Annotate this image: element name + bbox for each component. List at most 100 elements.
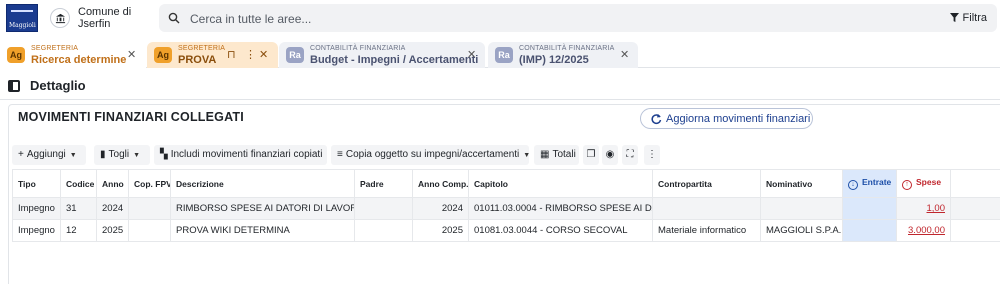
- table-row[interactable]: Impegno 12 2025 PROVA WIKI DETERMINA 202…: [12, 219, 1000, 242]
- col-codice[interactable]: Codice: [60, 169, 97, 198]
- remove-button[interactable]: ▮ Togli ▼: [94, 145, 150, 165]
- ente-name[interactable]: Comune di Jserfin: [78, 6, 131, 30]
- tab-badge: Ra: [495, 47, 513, 63]
- tab-prova[interactable]: Ag SEGRETERIA PROVA ⊓ ⋮ ✕: [147, 42, 278, 68]
- col-cop-fpv[interactable]: Cop. FPV: [128, 169, 171, 198]
- remove-label: Togli: [108, 149, 130, 160]
- top-bar: Maggioli Comune di Jserfin Cerca in tutt…: [0, 0, 1000, 36]
- spese-label: Spese: [916, 177, 942, 187]
- cell-cop-fpv: [128, 197, 171, 220]
- col-capitolo[interactable]: Capitolo: [468, 169, 653, 198]
- bookmark-icon[interactable]: ⊓: [227, 48, 236, 61]
- cell-cop-fpv: [128, 219, 171, 242]
- copy-object-button[interactable]: ≡ Copia oggetto su impegni/accertamenti ▼: [331, 145, 531, 165]
- tab-budget-impegni[interactable]: Ra CONTABILITÀ FINANZIARIA Budget - Impe…: [279, 42, 485, 68]
- tab-area: CONTABILITÀ FINANZIARIA: [310, 45, 406, 52]
- table-header-row: Tipo Codice Anno Cop. FPV Descrizione Pa…: [12, 169, 1000, 198]
- trash-icon: ▮: [100, 149, 106, 160]
- col-tipo[interactable]: Tipo: [12, 169, 61, 198]
- section-title: MOVIMENTI FINANZIARI COLLEGATI: [18, 110, 244, 124]
- movements-table: Tipo Codice Anno Cop. FPV Descrizione Pa…: [12, 169, 1000, 242]
- cell-padre: [354, 197, 413, 220]
- filter-label: Filtra: [962, 12, 987, 24]
- cell-contropartita: [652, 197, 761, 220]
- cell-nominativo: MAGGIOLI S.P.A.: [760, 219, 843, 242]
- close-icon[interactable]: ✕: [127, 48, 136, 61]
- add-button[interactable]: + Aggiungi ▼: [12, 145, 86, 165]
- copy-icon[interactable]: ❐: [583, 145, 599, 165]
- cell-descrizione: RIMBORSO SPESE AI DATORI DI LAVORO DI: [170, 197, 355, 220]
- cell-anno-comp: 2025: [412, 219, 469, 242]
- cell-tipo: Impegno: [12, 197, 61, 220]
- logo-text: Maggioli: [9, 22, 36, 29]
- col-anno-comp[interactable]: Anno Comp.: [412, 169, 469, 198]
- filter-button[interactable]: Filtra: [949, 12, 987, 24]
- col-contropartita[interactable]: Contropartita: [652, 169, 761, 198]
- cell-capitolo: 01011.03.0004 - RIMBORSO SPESE AI DATC: [468, 197, 653, 220]
- refresh-icon: [651, 114, 662, 125]
- toolbar: + Aggiungi ▼ ▮ Togli ▼ ▚ Includi movimenti fi…: [12, 145, 1000, 165]
- cell-anno: 2025: [96, 219, 129, 242]
- cell-entrate: [842, 197, 897, 220]
- copy-label: Copia oggetto su impegni/accertamenti: [345, 149, 520, 160]
- cell-filler: [950, 219, 1000, 242]
- include-copied-button[interactable]: ▚ Includi movimenti finanziari copiati: [154, 145, 327, 165]
- arrow-up-circle-icon: ↑: [902, 180, 912, 190]
- more-vertical-icon[interactable]: ⋮: [644, 145, 660, 165]
- filter-icon: [949, 13, 959, 22]
- tab-area: SEGRETERIA: [178, 45, 226, 52]
- cell-padre: [354, 219, 413, 242]
- close-icon[interactable]: ✕: [620, 48, 629, 61]
- cell-tipo: Impegno: [12, 219, 61, 242]
- totals-button[interactable]: ▦ Totali: [534, 145, 579, 165]
- refresh-movements-button[interactable]: Aggiorna movimenti finanziari: [640, 108, 813, 129]
- plus-icon: +: [18, 149, 24, 160]
- tab-title: (IMP) 12/2025: [519, 54, 589, 66]
- table-row[interactable]: Impegno 31 2024 RIMBORSO SPESE AI DATORI…: [12, 197, 1000, 220]
- text-lines-icon: ≡: [337, 149, 343, 160]
- cell-codice: 12: [60, 219, 97, 242]
- cell-capitolo: 01081.03.0044 - CORSO SECOVAL: [468, 219, 653, 242]
- tab-ricerca-determine[interactable]: Ag SEGRETERIA Ricerca determine ✕: [0, 42, 146, 68]
- tab-title: Ricerca determine: [31, 54, 127, 66]
- search-input[interactable]: Cerca in tutte le aree...: [190, 12, 311, 26]
- tab-badge: Ag: [154, 47, 172, 63]
- logo-stripe: [11, 10, 33, 12]
- cell-anno: 2024: [96, 197, 129, 220]
- col-anno[interactable]: Anno: [96, 169, 129, 198]
- col-nominativo[interactable]: Nominativo: [760, 169, 843, 198]
- col-descrizione[interactable]: Descrizione: [170, 169, 355, 198]
- cell-spese-link[interactable]: 3.000,00: [896, 219, 951, 242]
- col-filler: [950, 169, 1000, 198]
- close-icon[interactable]: ✕: [467, 48, 476, 61]
- col-spese[interactable]: ↑ Spese: [896, 169, 951, 198]
- calculator-icon: ▦: [540, 149, 550, 160]
- cell-anno-comp: 2024: [412, 197, 469, 220]
- col-padre[interactable]: Padre: [354, 169, 413, 198]
- search-bar[interactable]: Cerca in tutte le aree... Filtra: [159, 4, 997, 32]
- include-label: Includi movimenti finanziari copiati: [170, 149, 323, 160]
- chevron-down-icon: ▼: [69, 152, 77, 159]
- cell-descrizione: PROVA WIKI DETERMINA: [170, 219, 355, 242]
- municipality-icon[interactable]: [50, 8, 70, 28]
- tab-area: CONTABILITÀ FINANZIARIA: [519, 45, 615, 52]
- cell-spese-link[interactable]: 1,00: [896, 197, 951, 220]
- fullscreen-icon[interactable]: ⛶: [622, 145, 638, 165]
- tab-imp-12-2025[interactable]: Ra CONTABILITÀ FINANZIARIA (IMP) 12/2025…: [488, 42, 638, 68]
- totals-label: Totali: [552, 149, 576, 160]
- maggioli-logo[interactable]: Maggioli: [6, 4, 38, 32]
- chevron-down-icon: ▼: [523, 152, 531, 159]
- cell-nominativo: [760, 197, 843, 220]
- arrow-down-circle-icon: ↓: [848, 180, 858, 190]
- eye-icon[interactable]: ◉: [602, 145, 618, 165]
- tab-badge: Ag: [7, 47, 25, 63]
- cell-codice: 31: [60, 197, 97, 220]
- sidebar-toggle-icon[interactable]: [8, 80, 20, 92]
- more-vertical-icon[interactable]: ⋮: [245, 48, 256, 61]
- copy-doc-icon: ▚: [160, 149, 168, 160]
- chevron-down-icon: ▼: [133, 152, 141, 159]
- page-title: Dettaglio: [30, 78, 86, 93]
- col-entrate[interactable]: ↓ Entrate: [842, 169, 897, 198]
- cell-entrate: [842, 219, 897, 242]
- close-icon[interactable]: ✕: [259, 48, 268, 61]
